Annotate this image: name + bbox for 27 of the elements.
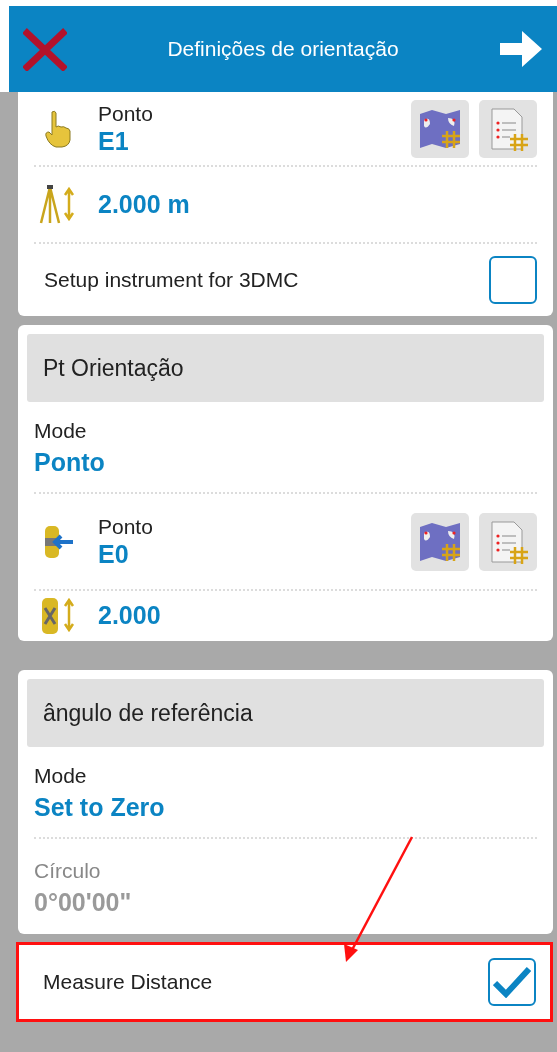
field-value[interactable]: E1 [98,125,411,156]
pointing-hand-icon [44,109,72,148]
section-header: ângulo de referência [27,679,544,747]
field-value[interactable]: Ponto [34,446,105,478]
field-label: Círculo [34,857,101,884]
field-value[interactable]: E0 [98,538,411,569]
check-icon [493,966,531,998]
field-label: Ponto [98,514,154,539]
height-value[interactable]: 2.000 [98,597,161,635]
field-label: Ponto [98,101,154,126]
field-value: 0°00'00" [34,886,132,918]
list-pick-button[interactable] [479,512,537,571]
field-label: Mode [34,763,87,789]
field-label: Mode [34,418,87,444]
field-value[interactable]: Set to Zero [34,791,165,823]
checkbox[interactable] [488,958,536,1006]
checkbox-label: Setup instrument for 3DMC [44,267,299,294]
list-pick-button[interactable] [479,99,537,158]
section-header: Pt Orientação [27,334,544,402]
window-title: Definições de orientação [167,36,399,63]
prism-height-icon [39,596,77,636]
map-pick-button[interactable] [411,512,469,571]
tripod-height-icon [39,184,77,225]
checkbox-label: Measure Distance [43,969,213,996]
map-pick-button[interactable] [411,99,469,158]
height-value[interactable]: 2.000 m [98,185,190,224]
checkbox[interactable] [489,256,537,304]
